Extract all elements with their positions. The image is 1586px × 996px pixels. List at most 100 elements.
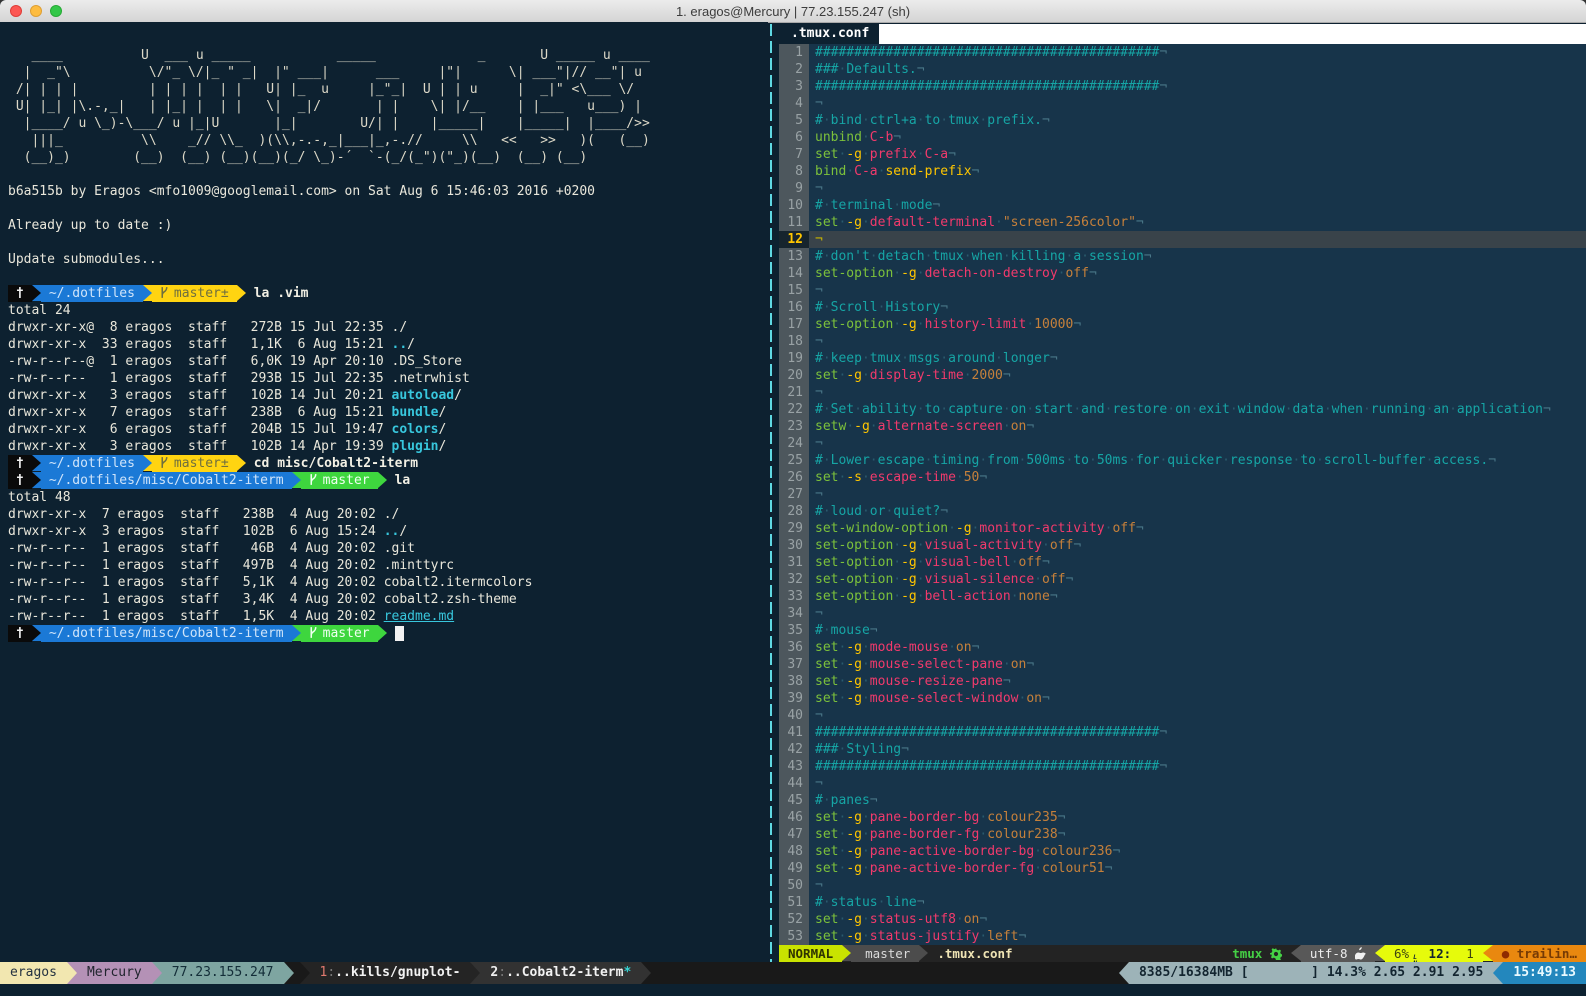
shell-prompt-row: †~/.dotfilesmaster±la .vim — [8, 285, 768, 302]
vim-line-51: 51#·status·line¬ — [779, 894, 1586, 911]
vim-line-21: 21¬ — [779, 384, 1586, 401]
terminal-blank-row — [8, 200, 768, 217]
line-number: 33 — [779, 588, 809, 605]
line-number: 53 — [779, 928, 809, 945]
vim-tab-filename[interactable]: .tmux.conf — [779, 24, 879, 44]
line-number: 32 — [779, 571, 809, 588]
vim-line-53: 53set·-g·status-justify·left¬ — [779, 928, 1586, 945]
line-number: 27 — [779, 486, 809, 503]
vim-line-33: 33set-option·-g·bell-action·none¬ — [779, 588, 1586, 605]
vim-line-42: 42###·Styling¬ — [779, 741, 1586, 758]
line-number: 2 — [779, 61, 809, 78]
vim-line-9: 9¬ — [779, 180, 1586, 197]
file-name: colors — [392, 422, 439, 437]
line-number: 29 — [779, 520, 809, 537]
tmux-window-2-current[interactable]: 2:..Cobalt2-iterm* — [480, 962, 641, 984]
vim-tabline-fill — [879, 24, 1586, 44]
file-list-row: drwxr-xr-x 3 eragos staff 102B 14 Apr 19… — [8, 438, 768, 455]
vim-line-35: 35#·mouse¬ — [779, 622, 1586, 639]
line-number: 19 — [779, 350, 809, 367]
vim-line-27: 27¬ — [779, 486, 1586, 503]
memory-gauge: [ ] — [1241, 965, 1319, 980]
vim-line-45: 45#·panes¬ — [779, 792, 1586, 809]
line-number: 51 — [779, 894, 809, 911]
ascii-art-row: U| |_| |\.-,_| | |_| | | | \| _|/ | | \|… — [8, 98, 768, 115]
file-name: .netrwhist — [392, 371, 470, 386]
line-number: 52 — [779, 911, 809, 928]
terminal-text-row: Update submodules... — [8, 251, 768, 268]
titlebar[interactable]: 1. eragos@Mercury | 77.23.155.247 (sh) — [0, 0, 1586, 23]
vim-line-43: 43######################################… — [779, 758, 1586, 775]
vim-mode-indicator: NORMAL — [779, 945, 842, 962]
line-number: 5 — [779, 112, 809, 129]
vim-line-2: 2###·Defaults.¬ — [779, 61, 1586, 78]
tmux-window-1[interactable]: 1:..kills/gnuplot- — [310, 962, 471, 984]
line-number: 17 — [779, 316, 809, 333]
vim-line-15: 15¬ — [779, 282, 1586, 299]
gear-icon — [1270, 948, 1282, 960]
git-branch-icon — [309, 473, 318, 486]
file-list-row: -rw-r--r-- 1 eragos staff 3,4K 4 Aug 20:… — [8, 591, 768, 608]
vim-line-28: 28#·loud·or·quiet?¬ — [779, 503, 1586, 520]
vim-line-49: 49set·-g·pane-active-border-fg·colour51¬ — [779, 860, 1586, 877]
file-list-row: -rw-r--r-- 1 eragos staff 5,1K 4 Aug 20:… — [8, 574, 768, 591]
file-name: .DS_Store — [392, 354, 462, 369]
vim-line-26: 26set·-s·escape-time·50¬ — [779, 469, 1586, 486]
vim-pane[interactable]: .tmux.conf 1############################… — [779, 24, 1586, 962]
file-name: cobalt2.itermcolors — [384, 575, 533, 590]
traffic-lights — [10, 5, 62, 17]
line-number: 13 — [779, 248, 809, 265]
file-name: bundle — [392, 405, 439, 420]
vim-line-13: 13#·don't·detach·tmux·when·killing·a·ses… — [779, 248, 1586, 265]
vim-line-25: 25#·Lower·escape·timing·from·500ms·to·50… — [779, 452, 1586, 469]
vim-line-1: 1#######################################… — [779, 44, 1586, 61]
vim-line-22: 22#·Set·ability·to·capture·on·start·and·… — [779, 401, 1586, 418]
line-number: 44 — [779, 775, 809, 792]
line-number: 31 — [779, 554, 809, 571]
prompt-git-segment: master — [301, 472, 378, 489]
vim-line-20: 20set·-g·display-time·2000¬ — [779, 367, 1586, 384]
line-number: 46 — [779, 809, 809, 826]
prompt-status-segment: † — [8, 625, 32, 642]
typed-command: la — [395, 473, 411, 488]
prompt-status-segment: † — [8, 285, 32, 302]
prompt-git-segment: master — [301, 625, 378, 642]
vim-line-52: 52set·-g·status-utf8·on¬ — [779, 911, 1586, 928]
close-button[interactable] — [10, 5, 22, 17]
statusline-filename: .tmux.conf — [928, 945, 1021, 962]
zoom-button[interactable] — [50, 5, 62, 17]
line-number: 24 — [779, 435, 809, 452]
vim-line-44: 44¬ — [779, 775, 1586, 792]
vim-line-18: 18¬ — [779, 333, 1586, 350]
tmux-clock: 15:49:13 — [1503, 962, 1586, 984]
vim-tabline: .tmux.conf — [779, 24, 1586, 44]
prompt-path-segment: ~/.dotfiles — [41, 455, 143, 472]
line-number: 41 — [779, 724, 809, 741]
bottom-strip — [0, 984, 1586, 996]
statusline-encoding: utf-8 — [1301, 945, 1375, 962]
vim-line-8: 8bind·C-a·send-prefix¬ — [779, 163, 1586, 180]
ascii-art-row: ____ U ___ u _____ _____ _ U _____ u ___… — [8, 47, 768, 64]
ascii-art-row: |||_ \\ _// \\_ )(\\,-.-,_|___|_,-.// \\… — [8, 132, 768, 149]
terminal-text-row: b6a515b by Eragos <mfo1009@googlemail.co… — [8, 183, 768, 200]
tmux-pane-divider[interactable] — [770, 24, 772, 962]
line-number: 25 — [779, 452, 809, 469]
line-number: 43 — [779, 758, 809, 775]
line-number: 39 — [779, 690, 809, 707]
vim-line-12: 12¬ — [779, 231, 1586, 248]
vim-line-36: 36set·-g·mode-mouse·on¬ — [779, 639, 1586, 656]
file-list-row: -rw-r--r-- 1 eragos staff 46B 4 Aug 20:0… — [8, 540, 768, 557]
vim-statusline: NORMAL master .tmux.conf tmux utf-8 6%LN… — [779, 945, 1586, 962]
line-number: 12 — [779, 231, 809, 248]
line-number: 40 — [779, 707, 809, 724]
file-name: .. — [384, 524, 400, 539]
shell-pane[interactable]: ____ U ___ u _____ _____ _ U _____ u ___… — [0, 22, 768, 962]
line-number: 23 — [779, 418, 809, 435]
file-name: cobalt2.zsh-theme — [384, 592, 517, 607]
file-list-row: drwxr-xr-x 6 eragos staff 204B 15 Jul 19… — [8, 421, 768, 438]
minimize-button[interactable] — [30, 5, 42, 17]
file-name: plugin — [392, 439, 439, 454]
prompt-git-segment: master± — [152, 285, 237, 302]
vim-line-41: 41######################################… — [779, 724, 1586, 741]
prompt-path-segment: ~/.dotfiles — [41, 285, 143, 302]
